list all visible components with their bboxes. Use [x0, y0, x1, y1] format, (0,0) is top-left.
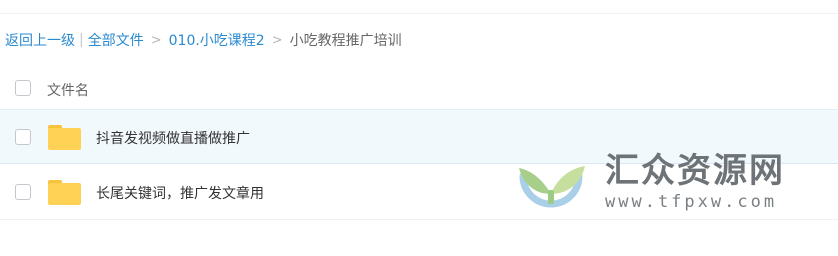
breadcrumb-course-link[interactable]: 010.小吃课程2 — [169, 30, 265, 50]
breadcrumb-back-link[interactable]: 返回上一级 — [5, 30, 75, 50]
watermark: 汇众资源网 www.tfpxw.com — [515, 150, 800, 220]
file-name-link[interactable]: 抖音发视频做直播做推广 — [96, 128, 250, 148]
select-all-checkbox[interactable] — [15, 80, 31, 96]
row-checkbox[interactable] — [15, 129, 31, 145]
folder-icon — [48, 125, 81, 150]
column-header-filename[interactable]: 文件名 — [47, 80, 89, 100]
breadcrumb-pipe: | — [79, 32, 84, 48]
top-divider — [0, 13, 838, 14]
list-header: 文件名 — [0, 70, 838, 108]
file-name-link[interactable]: 长尾关键词，推广发文章用 — [96, 183, 264, 203]
breadcrumb-arrow: > — [150, 32, 162, 48]
breadcrumb: 返回上一级 | 全部文件 > 010.小吃课程2 > 小吃教程推广培训 — [5, 31, 402, 49]
row-checkbox[interactable] — [15, 184, 31, 200]
watermark-logo-icon — [519, 166, 585, 208]
folder-icon — [48, 180, 81, 205]
watermark-title: 汇众资源网 — [605, 151, 785, 191]
watermark-url: www.tfpxw.com — [605, 192, 778, 212]
breadcrumb-current: 小吃教程推广培训 — [289, 33, 402, 49]
breadcrumb-all-files-link[interactable]: 全部文件 — [88, 30, 144, 50]
breadcrumb-arrow: > — [271, 32, 283, 48]
